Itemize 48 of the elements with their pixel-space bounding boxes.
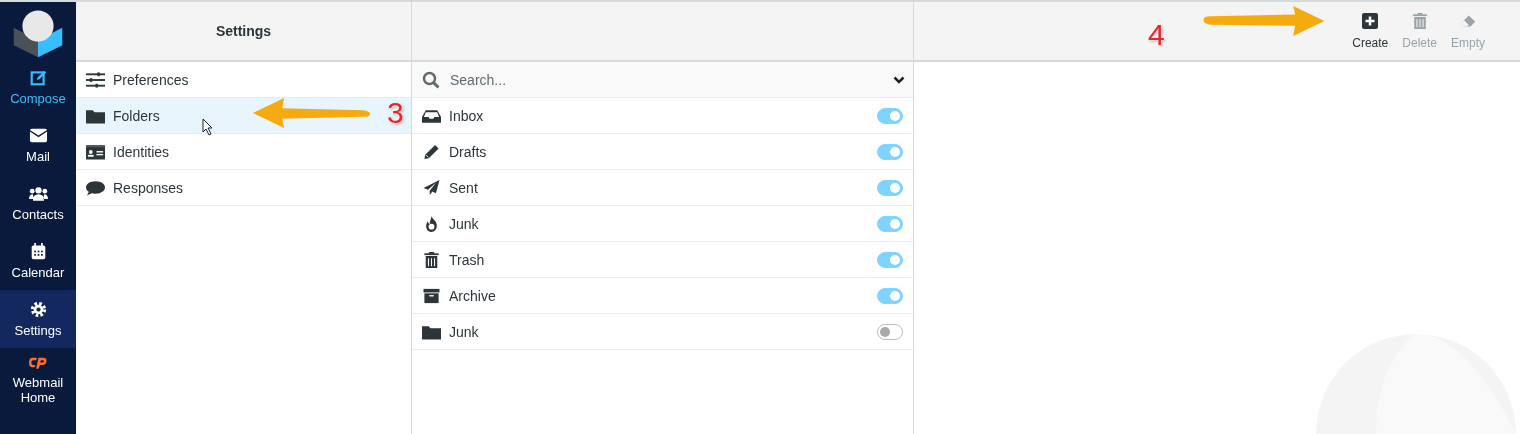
subscribe-toggle[interactable] [877,107,903,124]
folder-row[interactable]: Drafts [412,134,913,170]
nav-item[interactable]: Mail [0,116,76,174]
subscribe-toggle[interactable] [877,215,903,232]
folder-row[interactable]: Junk [412,206,913,242]
search-bar[interactable]: Search... [412,62,913,98]
nav-item[interactable]: Webmail Home [0,348,76,412]
subscribe-toggle[interactable] [877,179,903,196]
sliders-icon [86,71,105,88]
nav-item[interactable]: Calendar [0,232,76,290]
subscribe-toggle[interactable] [877,251,903,268]
annotation-number: 4 [1148,20,1165,50]
subscribe-toggle[interactable] [877,287,903,304]
mouse-cursor-icon [202,118,214,136]
panel-title: Settings [215,23,272,39]
speech-bubble-icon [86,179,105,196]
menu-entry[interactable]: Identities [76,134,411,170]
folder-row[interactable]: Sent [412,170,913,206]
trash-can-icon [1411,12,1428,29]
folder-row[interactable]: Junk [412,314,913,350]
subscribe-toggle[interactable] [877,143,903,160]
nav-item[interactable]: Compose [0,58,76,116]
settings-icon [28,300,48,318]
menu-entry[interactable]: Responses [76,170,411,206]
search-icon [422,70,440,89]
folder-icon [422,323,441,340]
inbox-tray-icon [422,107,441,124]
users-icon [28,184,48,202]
archive-box-icon [422,287,441,304]
nav-item[interactable]: Contacts [0,174,76,232]
envelope-icon [28,126,48,144]
id-card-icon [86,143,105,160]
folder-row[interactable]: Archive [412,278,913,314]
folder-row[interactable]: Trash [412,242,913,278]
subscribe-toggle[interactable] [877,323,903,340]
toolbar-button[interactable]: Create [1347,8,1394,54]
paper-plane-icon [422,179,441,196]
folder-icon [86,107,105,124]
folder-row[interactable]: Inbox [412,98,913,134]
search-field[interactable]: Search... [448,70,885,89]
trash-can-icon [422,251,441,268]
pencil-square-icon [28,68,48,86]
logo-icon [12,8,64,58]
chevron-down-icon[interactable] [893,75,905,84]
pencil-icon [422,143,441,160]
annotation-number: 3 [387,98,404,128]
plus-square-icon [1362,12,1379,29]
nav-item[interactable]: Settings [0,290,76,348]
